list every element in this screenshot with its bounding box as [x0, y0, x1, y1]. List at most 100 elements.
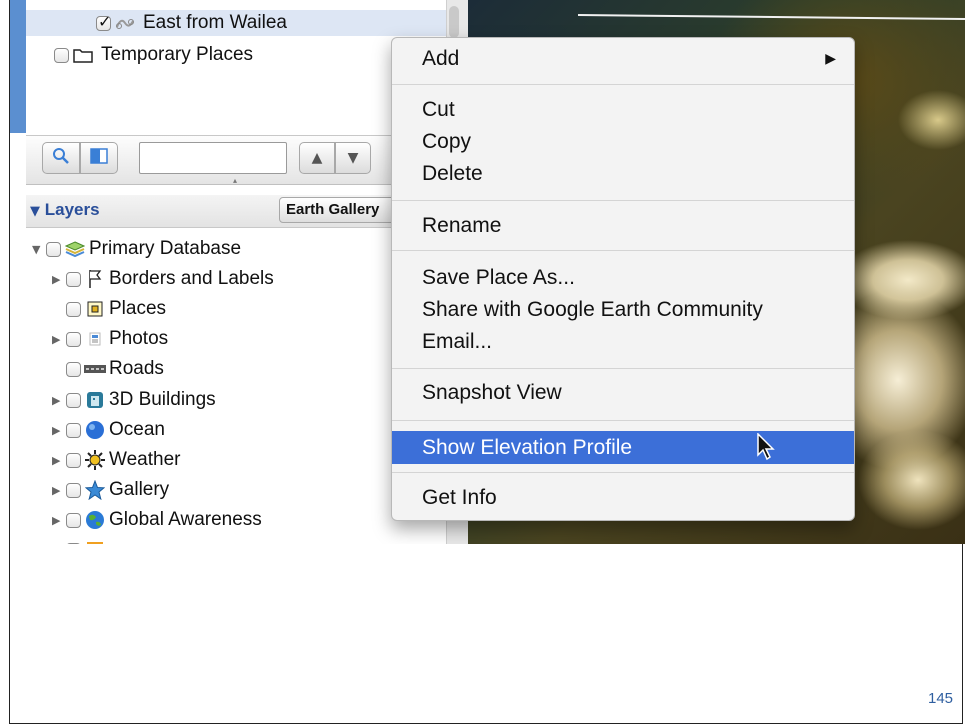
layer-label: Photos: [109, 328, 169, 349]
database-icon: [64, 240, 86, 258]
menu-item-show-elevation-profile[interactable]: Show Elevation Profile: [392, 431, 854, 464]
page-number: 145: [928, 690, 954, 707]
path-line: [578, 13, 965, 21]
layer-label: Global Awareness: [109, 509, 262, 530]
expand-triangle-icon[interactable]: ▶: [52, 273, 66, 286]
layer-item-places[interactable]: Places: [66, 295, 166, 323]
menu-separator: [392, 250, 854, 251]
scrollbar-thumb[interactable]: [449, 6, 459, 38]
layer-checkbox[interactable]: [66, 512, 81, 528]
layer-label: Ocean: [109, 419, 165, 440]
menu-item-share[interactable]: Share with Google Earth Community: [392, 295, 854, 325]
panel-toggle-button[interactable]: [80, 142, 118, 174]
flag-icon: [84, 270, 106, 288]
layer-item-photos[interactable]: ▶ Photos: [52, 325, 168, 353]
expand-triangle-icon[interactable]: ▶: [52, 333, 66, 346]
place-checkbox[interactable]: [96, 12, 111, 31]
places-panel-accent: [10, 0, 26, 133]
expand-triangle-icon[interactable]: ▶: [52, 394, 66, 407]
layer-item-ocean[interactable]: ▶ Ocean: [52, 416, 165, 444]
place-item-east-from-wailea[interactable]: East from Wailea: [26, 10, 446, 36]
submenu-arrow-icon: ▶: [825, 51, 836, 67]
layer-item-gallery[interactable]: ▶ Gallery: [52, 476, 169, 504]
menu-item-save-place-as[interactable]: Save Place As...: [392, 263, 854, 293]
layer-item-primary-database[interactable]: ▼ Primary Database: [32, 235, 241, 263]
expand-triangle-icon[interactable]: ▶: [52, 454, 66, 467]
layers-header: ▼ Layers Earth Gallery: [26, 195, 446, 228]
menu-separator: [392, 84, 854, 85]
layers-title[interactable]: ▼ Layers: [30, 200, 100, 220]
layer-label: Weather: [109, 449, 181, 470]
search-icon: [52, 147, 70, 170]
menu-item-label: Add: [422, 47, 460, 70]
layer-item-weather[interactable]: ▶ Weather: [52, 446, 180, 474]
disclosure-triangle-icon: ▼: [30, 204, 40, 219]
path-icon: [114, 14, 136, 32]
layer-label: Primary Database: [89, 238, 242, 259]
layer-checkbox[interactable]: [66, 331, 81, 347]
expand-triangle-icon[interactable]: ▶: [52, 424, 66, 437]
place-label: East from Wailea: [143, 12, 287, 33]
layer-checkbox[interactable]: [46, 241, 61, 257]
move-down-button[interactable]: ▼: [335, 142, 371, 174]
layer-checkbox[interactable]: [66, 482, 81, 498]
layer-item-partial[interactable]: ▶: [52, 536, 109, 544]
layer-item-global-awareness[interactable]: ▶ Global Awareness: [52, 506, 262, 534]
resize-grip-icon[interactable]: ▴: [233, 176, 237, 185]
menu-item-email[interactable]: Email...: [392, 327, 854, 357]
menu-item-snapshot-view[interactable]: Snapshot View: [392, 378, 854, 408]
place-checkbox[interactable]: [54, 47, 69, 63]
layers-title-label: Layers: [44, 200, 100, 219]
menu-item-rename[interactable]: Rename: [392, 211, 854, 241]
mouse-pointer-icon: [756, 432, 776, 466]
layer-checkbox[interactable]: [66, 392, 81, 408]
menu-item-delete[interactable]: Delete: [392, 159, 854, 189]
place-label: Temporary Places: [101, 44, 254, 65]
layer-checkbox[interactable]: [66, 271, 81, 287]
roads-icon: [84, 360, 106, 378]
google-earth-screenshot: East from Wailea Temporary Places: [10, 0, 965, 544]
expand-triangle-icon[interactable]: ▶: [52, 544, 66, 545]
menu-separator: [392, 368, 854, 369]
expand-triangle-icon[interactable]: ▶: [52, 514, 66, 527]
menu-item-add[interactable]: Add ▶: [392, 44, 854, 74]
layer-item-3d-buildings[interactable]: ▶ 3D Buildings: [52, 386, 216, 414]
layer-icon: [84, 541, 106, 544]
menu-item-get-info[interactable]: Get Info: [392, 483, 854, 513]
layer-checkbox[interactable]: [66, 301, 81, 317]
menu-item-cut[interactable]: Cut: [392, 95, 854, 125]
layer-checkbox[interactable]: [66, 452, 81, 468]
layer-label: Gallery: [109, 479, 170, 500]
layer-item-roads[interactable]: Roads: [66, 355, 164, 383]
places-icon: [84, 300, 106, 318]
layer-label: 3D Buildings: [109, 389, 216, 410]
buildings-icon: [84, 391, 106, 409]
move-up-button[interactable]: ▲: [299, 142, 335, 174]
menu-separator: [392, 420, 854, 421]
menu-item-copy[interactable]: Copy: [392, 127, 854, 157]
layer-label: Borders and Labels: [109, 268, 274, 289]
weather-icon: [84, 450, 106, 470]
panel-toggle-icon: [90, 147, 108, 170]
search-button[interactable]: [42, 142, 80, 174]
search-toolbar: ▴ ▲ ▼: [26, 135, 446, 185]
context-menu: Add ▶ Cut Copy Delete Rename Save Place …: [391, 37, 855, 521]
menu-separator: [392, 200, 854, 201]
ocean-icon: [84, 421, 106, 439]
arrow-down-icon: ▼: [347, 150, 359, 166]
layer-checkbox[interactable]: [66, 422, 81, 438]
star-icon: [84, 480, 106, 500]
layer-item-borders-and-labels[interactable]: ▶ Borders and Labels: [52, 265, 274, 293]
expand-triangle-icon[interactable]: ▼: [32, 243, 46, 256]
arrow-up-icon: ▲: [311, 150, 323, 166]
layer-checkbox[interactable]: [66, 361, 81, 377]
folder-icon: [72, 46, 94, 64]
earth-gallery-button[interactable]: Earth Gallery: [279, 197, 399, 223]
layer-label: Places: [109, 298, 167, 319]
menu-separator: [392, 472, 854, 473]
search-input[interactable]: [139, 142, 287, 174]
layer-checkbox[interactable]: [66, 542, 81, 544]
globe-icon: [84, 511, 106, 529]
place-item-temporary-places[interactable]: Temporary Places: [26, 42, 446, 68]
expand-triangle-icon[interactable]: ▶: [52, 484, 66, 497]
